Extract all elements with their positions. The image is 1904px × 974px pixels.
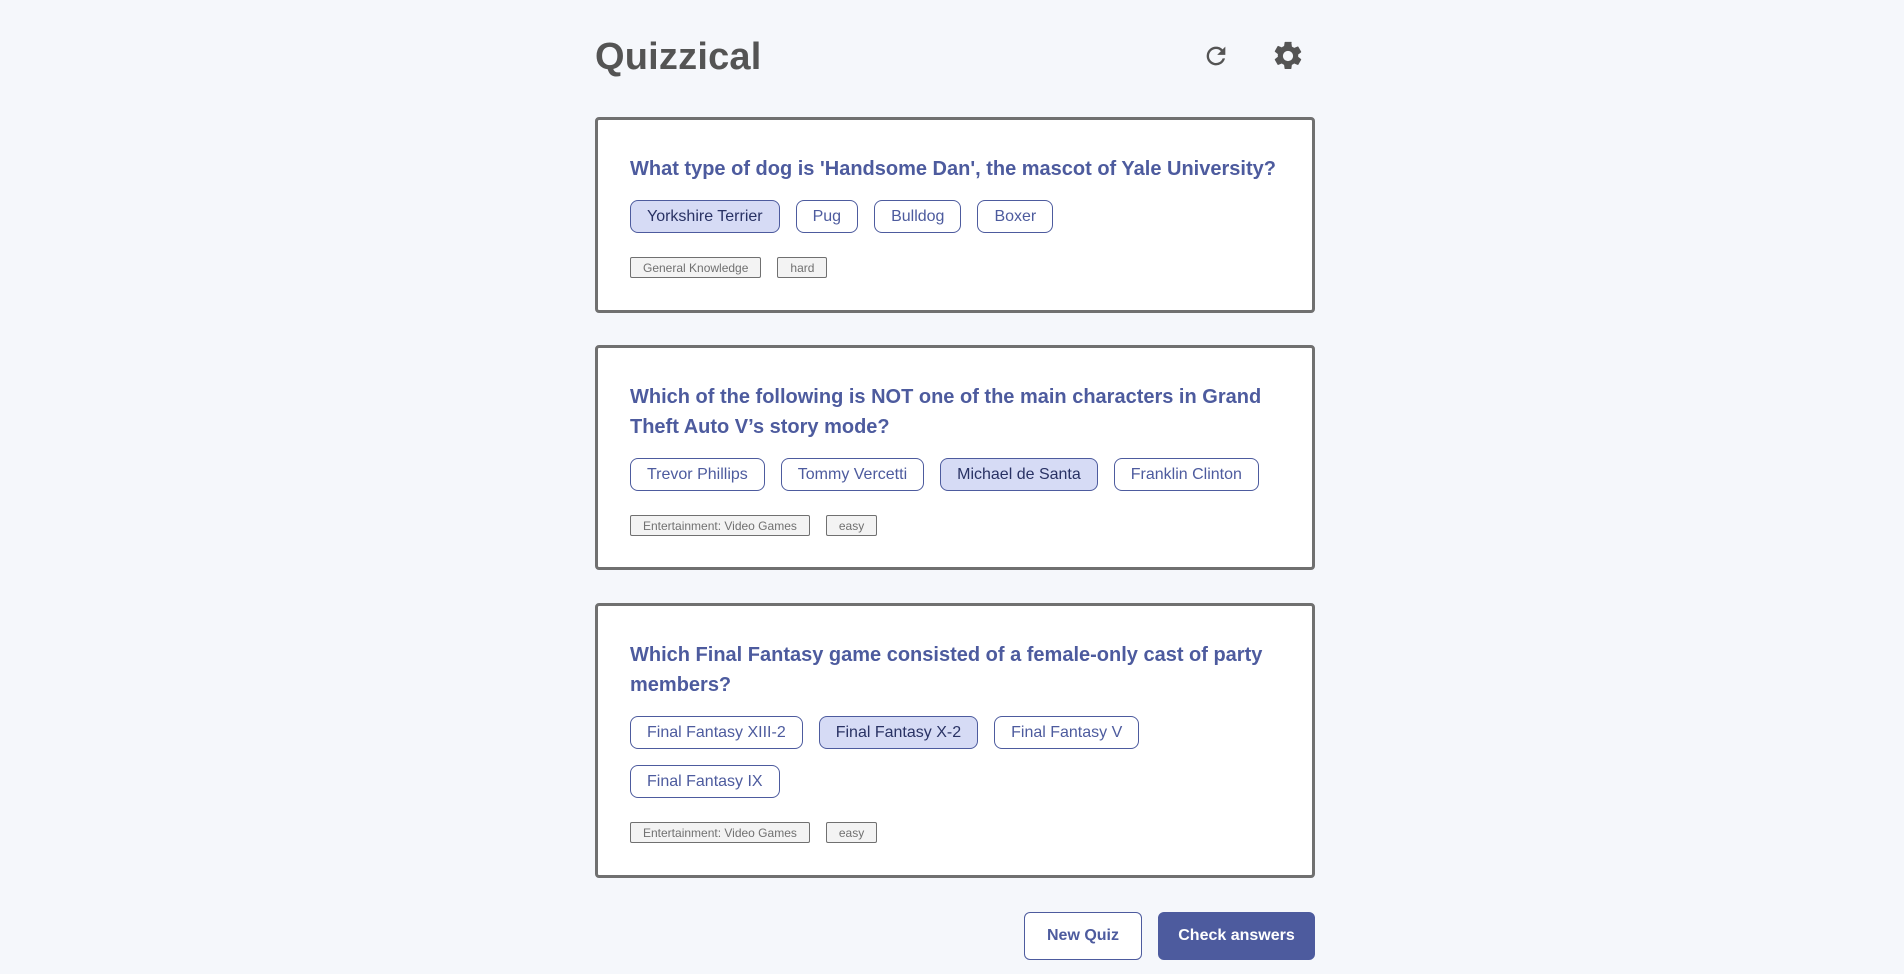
quiz-app: Quizzical What type of dog is 'Handsome … [595,0,1315,960]
answer-option[interactable]: Yorkshire Terrier [630,200,780,233]
answer-option[interactable]: Final Fantasy X-2 [818,716,979,749]
category-badge: Entertainment: Video Games [630,822,810,843]
answer-option[interactable]: Final Fantasy XIII-2 [630,716,803,749]
difficulty-badge: easy [825,822,878,843]
question-text: Which of the following is NOT one of the… [630,386,1262,438]
gear-icon [1271,39,1305,76]
check-answers-button[interactable]: Check answers [1158,912,1315,960]
answer-option[interactable]: Boxer [977,200,1054,233]
question-card: Which of the following is NOT one of the… [595,345,1315,570]
answer-options: Final Fantasy XIII-2 Final Fantasy X-2 F… [630,716,1280,798]
answer-option[interactable]: Bulldog [874,200,962,233]
answer-option[interactable]: Tommy Vercetti [780,458,925,491]
question-tags: Entertainment: Video Games easy [630,822,1280,843]
settings-button[interactable] [1269,38,1307,76]
question-card: Which Final Fantasy game consisted of a … [595,603,1315,878]
answer-option[interactable]: Final Fantasy V [994,716,1140,749]
answer-option[interactable]: Final Fantasy IX [630,765,780,798]
new-quiz-button[interactable]: New Quiz [1024,912,1142,960]
answer-option[interactable]: Trevor Phillips [630,458,765,491]
question-text: What type of dog is 'Handsome Dan', the … [630,158,1276,180]
difficulty-badge: hard [777,257,828,278]
question-tags: Entertainment: Video Games easy [630,515,1280,536]
answer-option[interactable]: Michael de Santa [940,458,1098,491]
question-card: What type of dog is 'Handsome Dan', the … [595,117,1315,313]
category-badge: Entertainment: Video Games [630,515,810,536]
refresh-icon [1202,42,1230,73]
header: Quizzical [595,0,1315,117]
difficulty-badge: easy [825,515,878,536]
answer-options: Yorkshire Terrier Pug Bulldog Boxer [630,200,1280,233]
answer-option[interactable]: Pug [795,200,859,233]
question-tags: General Knowledge hard [630,257,1280,278]
category-badge: General Knowledge [630,257,762,278]
answer-option[interactable]: Franklin Clinton [1113,458,1259,491]
app-title: Quizzical [595,36,762,78]
question-text: Which Final Fantasy game consisted of a … [630,644,1263,696]
refresh-button[interactable] [1197,38,1235,76]
answer-options: Trevor Phillips Tommy Vercetti Michael d… [630,458,1280,491]
